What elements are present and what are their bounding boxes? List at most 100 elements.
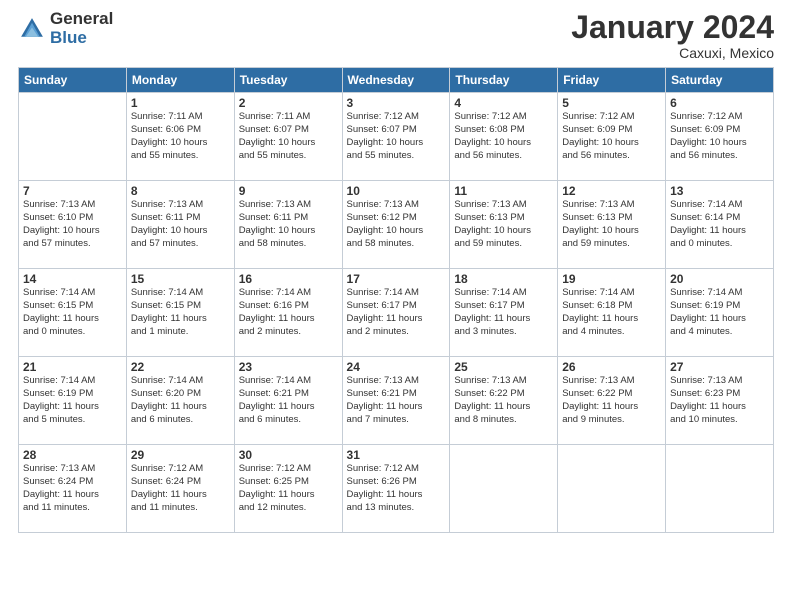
logo-general: General (50, 10, 113, 29)
day-number: 18 (454, 272, 553, 286)
weekday-header-tuesday: Tuesday (234, 68, 342, 93)
day-info: Sunrise: 7:13 AM Sunset: 6:11 PM Dayligh… (239, 199, 338, 250)
day-number: 7 (23, 184, 122, 198)
day-info: Sunrise: 7:14 AM Sunset: 6:19 PM Dayligh… (670, 287, 769, 338)
day-info: Sunrise: 7:14 AM Sunset: 6:17 PM Dayligh… (454, 287, 553, 338)
calendar-cell: 26Sunrise: 7:13 AM Sunset: 6:22 PM Dayli… (558, 357, 666, 445)
calendar-cell (666, 445, 774, 533)
calendar-cell: 8Sunrise: 7:13 AM Sunset: 6:11 PM Daylig… (126, 181, 234, 269)
day-number: 26 (562, 360, 661, 374)
day-info: Sunrise: 7:14 AM Sunset: 6:16 PM Dayligh… (239, 287, 338, 338)
day-info: Sunrise: 7:13 AM Sunset: 6:11 PM Dayligh… (131, 199, 230, 250)
calendar-cell: 12Sunrise: 7:13 AM Sunset: 6:13 PM Dayli… (558, 181, 666, 269)
day-number: 9 (239, 184, 338, 198)
calendar-cell (558, 445, 666, 533)
day-info: Sunrise: 7:12 AM Sunset: 6:08 PM Dayligh… (454, 111, 553, 162)
logo-text: General Blue (50, 10, 113, 47)
weekday-header-saturday: Saturday (666, 68, 774, 93)
day-info: Sunrise: 7:13 AM Sunset: 6:23 PM Dayligh… (670, 375, 769, 426)
day-info: Sunrise: 7:14 AM Sunset: 6:14 PM Dayligh… (670, 199, 769, 250)
day-info: Sunrise: 7:12 AM Sunset: 6:09 PM Dayligh… (670, 111, 769, 162)
logo-icon (18, 15, 46, 43)
calendar-cell: 5Sunrise: 7:12 AM Sunset: 6:09 PM Daylig… (558, 93, 666, 181)
day-number: 22 (131, 360, 230, 374)
day-number: 13 (670, 184, 769, 198)
day-info: Sunrise: 7:12 AM Sunset: 6:25 PM Dayligh… (239, 463, 338, 514)
day-number: 1 (131, 96, 230, 110)
day-number: 15 (131, 272, 230, 286)
calendar-cell: 17Sunrise: 7:14 AM Sunset: 6:17 PM Dayli… (342, 269, 450, 357)
day-info: Sunrise: 7:13 AM Sunset: 6:12 PM Dayligh… (347, 199, 446, 250)
header: General Blue January 2024 Caxuxi, Mexico (18, 10, 774, 61)
day-info: Sunrise: 7:12 AM Sunset: 6:09 PM Dayligh… (562, 111, 661, 162)
day-info: Sunrise: 7:14 AM Sunset: 6:17 PM Dayligh… (347, 287, 446, 338)
day-info: Sunrise: 7:13 AM Sunset: 6:22 PM Dayligh… (454, 375, 553, 426)
page: General Blue January 2024 Caxuxi, Mexico… (0, 0, 792, 612)
calendar-week-4: 21Sunrise: 7:14 AM Sunset: 6:19 PM Dayli… (19, 357, 774, 445)
day-info: Sunrise: 7:12 AM Sunset: 6:24 PM Dayligh… (131, 463, 230, 514)
month-title: January 2024 (571, 10, 774, 45)
day-info: Sunrise: 7:14 AM Sunset: 6:19 PM Dayligh… (23, 375, 122, 426)
day-info: Sunrise: 7:13 AM Sunset: 6:22 PM Dayligh… (562, 375, 661, 426)
calendar-cell: 22Sunrise: 7:14 AM Sunset: 6:20 PM Dayli… (126, 357, 234, 445)
day-info: Sunrise: 7:13 AM Sunset: 6:10 PM Dayligh… (23, 199, 122, 250)
calendar-cell: 18Sunrise: 7:14 AM Sunset: 6:17 PM Dayli… (450, 269, 558, 357)
calendar-cell: 29Sunrise: 7:12 AM Sunset: 6:24 PM Dayli… (126, 445, 234, 533)
calendar-cell: 13Sunrise: 7:14 AM Sunset: 6:14 PM Dayli… (666, 181, 774, 269)
calendar-week-3: 14 Sunrise: 7:14 AM Sunset: 6:15 PM Dayli… (19, 269, 774, 357)
calendar-cell: 19Sunrise: 7:14 AM Sunset: 6:18 PM Dayli… (558, 269, 666, 357)
day-number: 14 (23, 272, 122, 286)
weekday-header-monday: Monday (126, 68, 234, 93)
calendar-cell: 25Sunrise: 7:13 AM Sunset: 6:22 PM Dayli… (450, 357, 558, 445)
calendar-cell: 9Sunrise: 7:13 AM Sunset: 6:11 PM Daylig… (234, 181, 342, 269)
weekday-header-thursday: Thursday (450, 68, 558, 93)
calendar-cell: 21Sunrise: 7:14 AM Sunset: 6:19 PM Dayli… (19, 357, 127, 445)
day-number: 4 (454, 96, 553, 110)
day-number: 11 (454, 184, 553, 198)
logo: General Blue (18, 10, 113, 47)
day-number: 23 (239, 360, 338, 374)
day-info: Sunrise: 7:12 AM Sunset: 6:07 PM Dayligh… (347, 111, 446, 162)
calendar-cell: 14Sunrise: 7:14 AM Sunset: 6:15 PM Dayli… (19, 269, 127, 357)
calendar-cell: 24Sunrise: 7:13 AM Sunset: 6:21 PM Dayli… (342, 357, 450, 445)
calendar-cell: 4Sunrise: 7:12 AM Sunset: 6:08 PM Daylig… (450, 93, 558, 181)
day-number: 10 (347, 184, 446, 198)
day-number: 27 (670, 360, 769, 374)
day-info: Sunrise: 7:14 AM Sunset: 6:15 PM Dayligh… (131, 287, 230, 338)
day-number: 16 (239, 272, 338, 286)
calendar-week-1: 1Sunrise: 7:11 AM Sunset: 6:06 PM Daylig… (19, 93, 774, 181)
day-info: Sunrise: 7:13 AM Sunset: 6:13 PM Dayligh… (454, 199, 553, 250)
day-number: 8 (131, 184, 230, 198)
calendar-week-5: 28Sunrise: 7:13 AM Sunset: 6:24 PM Dayli… (19, 445, 774, 533)
calendar-cell: 6Sunrise: 7:12 AM Sunset: 6:09 PM Daylig… (666, 93, 774, 181)
day-info: Sunrise: 7:13 AM Sunset: 6:21 PM Dayligh… (347, 375, 446, 426)
calendar-cell: 10Sunrise: 7:13 AM Sunset: 6:12 PM Dayli… (342, 181, 450, 269)
calendar-cell: 15Sunrise: 7:14 AM Sunset: 6:15 PM Dayli… (126, 269, 234, 357)
weekday-header-row: SundayMondayTuesdayWednesdayThursdayFrid… (19, 68, 774, 93)
calendar-cell: 20Sunrise: 7:14 AM Sunset: 6:19 PM Dayli… (666, 269, 774, 357)
day-number: 2 (239, 96, 338, 110)
calendar-cell: 28Sunrise: 7:13 AM Sunset: 6:24 PM Dayli… (19, 445, 127, 533)
weekday-header-friday: Friday (558, 68, 666, 93)
calendar-cell: 27Sunrise: 7:13 AM Sunset: 6:23 PM Dayli… (666, 357, 774, 445)
day-number: 20 (670, 272, 769, 286)
day-number: 5 (562, 96, 661, 110)
calendar-cell: 1Sunrise: 7:11 AM Sunset: 6:06 PM Daylig… (126, 93, 234, 181)
calendar-cell: 30Sunrise: 7:12 AM Sunset: 6:25 PM Dayli… (234, 445, 342, 533)
day-info: Sunrise: 7:13 AM Sunset: 6:24 PM Dayligh… (23, 463, 122, 514)
calendar-cell (19, 93, 127, 181)
day-number: 28 (23, 448, 122, 462)
title-block: January 2024 Caxuxi, Mexico (571, 10, 774, 61)
calendar-body: 1Sunrise: 7:11 AM Sunset: 6:06 PM Daylig… (19, 93, 774, 533)
day-info: Sunrise: 7:14 AM Sunset: 6:21 PM Dayligh… (239, 375, 338, 426)
day-number: 6 (670, 96, 769, 110)
calendar-table: SundayMondayTuesdayWednesdayThursdayFrid… (18, 67, 774, 533)
day-number: 21 (23, 360, 122, 374)
day-number: 31 (347, 448, 446, 462)
calendar-cell: 3Sunrise: 7:12 AM Sunset: 6:07 PM Daylig… (342, 93, 450, 181)
calendar-week-2: 7Sunrise: 7:13 AM Sunset: 6:10 PM Daylig… (19, 181, 774, 269)
day-info: Sunrise: 7:11 AM Sunset: 6:06 PM Dayligh… (131, 111, 230, 162)
weekday-header-wednesday: Wednesday (342, 68, 450, 93)
day-info: Sunrise: 7:14 AM Sunset: 6:20 PM Dayligh… (131, 375, 230, 426)
weekday-header-sunday: Sunday (19, 68, 127, 93)
